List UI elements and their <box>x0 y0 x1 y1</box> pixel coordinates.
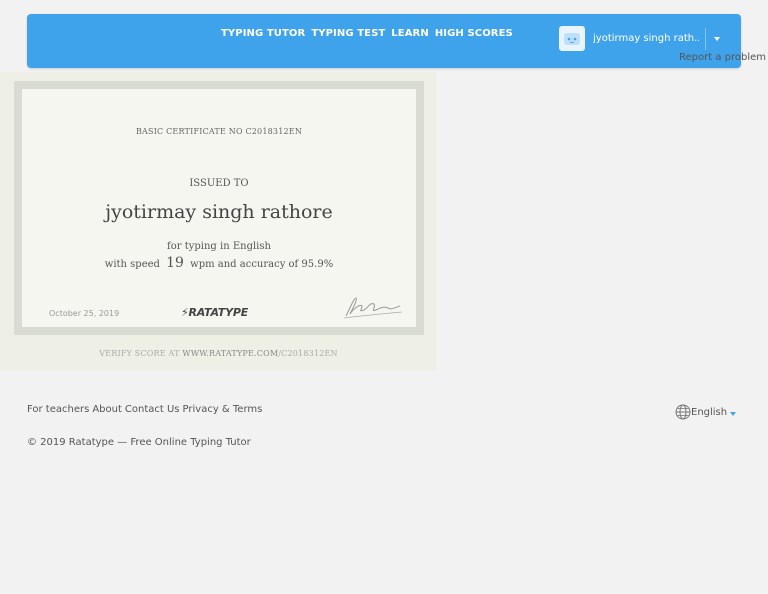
certificate: BASIC CERTIFICATE NO C2018312EN ISSUED T… <box>22 89 416 327</box>
report-problem-link[interactable]: Report a problem <box>679 52 766 63</box>
top-navbar: TYPING TUTOR TYPING TEST LEARN HIGH SCOR… <box>27 14 741 68</box>
typing-language: for typing in English <box>167 241 271 252</box>
ratatype-logo: ⚡RATATYPE <box>181 306 248 319</box>
speed-value: 19 <box>166 255 184 271</box>
verify-url[interactable]: WWW.RATATYPE.COM <box>182 349 278 358</box>
chevron-down-icon[interactable] <box>714 36 720 41</box>
logo-mark: ⚡ <box>181 306 189 319</box>
verify-suffix: /C2018312EN <box>278 349 338 358</box>
footer-links: For teachers About Contact Us Privacy & … <box>27 404 262 415</box>
nav-high-scores[interactable]: HIGH SCORES <box>435 28 513 39</box>
speed-suffix: wpm and accuracy of 95.9% <box>190 259 334 270</box>
nav-typing-tutor[interactable]: TYPING TUTOR <box>221 28 305 39</box>
chevron-down-icon[interactable] <box>730 412 737 416</box>
nav-learn[interactable]: LEARN <box>391 28 429 39</box>
logo-text: RATATYPE <box>188 306 249 319</box>
certificate-panel: BASIC CERTIFICATE NO C2018312EN ISSUED T… <box>0 72 437 370</box>
language-label[interactable]: English <box>691 407 727 418</box>
globe-icon <box>675 404 691 420</box>
main-nav: TYPING TUTOR TYPING TEST LEARN HIGH SCOR… <box>221 28 513 39</box>
footer-link-privacy-terms[interactable]: Privacy & Terms <box>183 404 263 415</box>
footer-link-for-teachers[interactable]: For teachers <box>27 404 89 415</box>
certificate-date: October 25, 2019 <box>49 309 120 318</box>
certificate-holder: jyotirmay singh rathore <box>105 201 333 223</box>
footer-link-about[interactable]: About <box>92 404 122 415</box>
signature-image <box>343 297 403 319</box>
user-menu[interactable]: jyotirmay singh rath... <box>559 26 720 51</box>
verify-score-line: VERIFY SCORE AT WWW.RATATYPE.COM/C201831… <box>0 349 437 358</box>
issued-to-label: ISSUED TO <box>189 178 249 189</box>
nav-typing-test[interactable]: TYPING TEST <box>311 28 385 39</box>
menu-divider <box>705 27 706 50</box>
certificate-frame: BASIC CERTIFICATE NO C2018312EN ISSUED T… <box>14 81 424 335</box>
verify-prefix: VERIFY SCORE AT <box>99 349 183 358</box>
language-selector[interactable]: English <box>675 404 737 420</box>
speed-line: with speed 19 wpm and accuracy of 95.9% <box>22 255 416 271</box>
user-avatar-icon[interactable] <box>559 26 585 51</box>
username[interactable]: jyotirmay singh rath... <box>593 33 699 44</box>
footer-link-contact-us[interactable]: Contact Us <box>125 404 180 415</box>
speed-prefix: with speed <box>104 259 160 270</box>
copyright: © 2019 Ratatype — Free Online Typing Tut… <box>27 437 251 448</box>
certificate-number: BASIC CERTIFICATE NO C2018312EN <box>135 127 303 136</box>
